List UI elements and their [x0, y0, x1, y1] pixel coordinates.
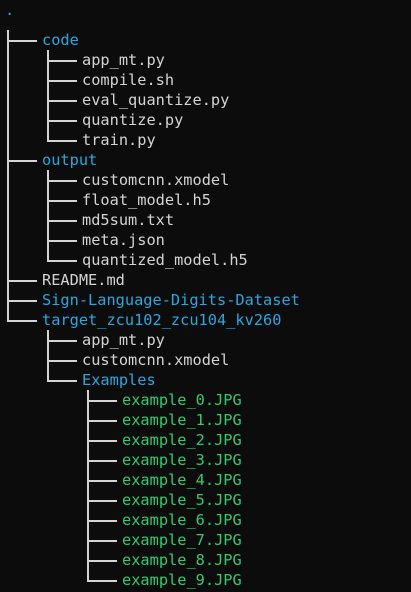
tree-branch-bar: [7, 230, 9, 250]
tree-tee-connector: [87, 530, 119, 550]
tree-tee-connector: [87, 390, 119, 410]
image-file-name: example_4.JPG: [122, 471, 242, 489]
tree-root-line: .: [0, 1, 411, 30]
tree-directory-row: output: [0, 150, 411, 170]
tree-file-row: example_5.JPG: [0, 490, 411, 510]
tree-file-row: example_8.JPG: [0, 550, 411, 570]
tree-elbow-connector: [47, 130, 79, 150]
tree-file-row: app_mt.py: [0, 330, 411, 350]
tree-tee-connector: [7, 290, 39, 310]
image-file-name: example_6.JPG: [122, 511, 242, 529]
tree-elbow-connector: [87, 570, 119, 590]
tree-branch-bar: [7, 190, 9, 210]
image-file-name: example_5.JPG: [122, 491, 242, 509]
tree-branch-bar: [7, 210, 9, 230]
image-file-name: example_1.JPG: [122, 411, 242, 429]
tree-branch-bar: [7, 170, 9, 190]
tree-branch-bar: [7, 130, 9, 150]
file-name: compile.sh: [82, 71, 175, 89]
tree-tee-connector: [7, 30, 39, 50]
tree-tee-connector: [87, 450, 119, 470]
tree-file-row: quantize.py: [0, 110, 411, 130]
image-file-name: example_9.JPG: [122, 571, 242, 589]
tree-tee-connector: [47, 170, 79, 190]
terminal-window: . code app_mt.py compile.sh eval_quantize.p…: [0, 0, 411, 592]
tree-tee-connector: [47, 50, 79, 70]
tree-file-row: example_6.JPG: [0, 510, 411, 530]
image-file-name: example_8.JPG: [122, 551, 242, 569]
file-name: eval_quantize.py: [82, 91, 230, 109]
directory-name: Examples: [82, 371, 156, 389]
tree-file-row: customcnn.xmodel: [0, 350, 411, 370]
file-name: md5sum.txt: [82, 211, 175, 229]
file-name: float_model.h5: [82, 191, 211, 209]
tree-branch-bar: [7, 70, 9, 90]
image-file-name: example_7.JPG: [122, 531, 242, 549]
tree-file-row: example_1.JPG: [0, 410, 411, 430]
tree-branch-bar: [7, 90, 9, 110]
tree-directory-row: target_zcu102_zcu104_kv260: [0, 310, 411, 330]
tree-tee-connector: [87, 410, 119, 430]
tree-file-row: train.py: [0, 130, 411, 150]
tree-file-row: example_9.JPG: [0, 570, 411, 590]
tree-file-row: eval_quantize.py: [0, 90, 411, 110]
tree-tee-connector: [87, 430, 119, 450]
file-name: README.md: [42, 271, 125, 289]
tree-tee-connector: [7, 150, 39, 170]
tree-tee-connector: [47, 230, 79, 250]
tree-file-row: example_3.JPG: [0, 450, 411, 470]
directory-tree: code app_mt.py compile.sh eval_quantize.py q…: [0, 30, 411, 590]
tree-file-row: example_2.JPG: [0, 430, 411, 450]
tree-tee-connector: [87, 490, 119, 510]
tree-tee-connector: [47, 190, 79, 210]
file-name: app_mt.py: [82, 331, 165, 349]
file-name: quantize.py: [82, 111, 184, 129]
file-name: quantized_model.h5: [82, 251, 248, 269]
tree-tee-connector: [47, 90, 79, 110]
image-file-name: example_2.JPG: [122, 431, 242, 449]
file-name: train.py: [82, 131, 156, 149]
image-file-name: example_3.JPG: [122, 451, 242, 469]
tree-file-row: example_4.JPG: [0, 470, 411, 490]
tree-file-row: example_7.JPG: [0, 530, 411, 550]
tree-file-row: README.md: [0, 270, 411, 290]
tree-tee-connector: [47, 70, 79, 90]
tree-elbow-connector: [47, 250, 79, 270]
tree-tee-connector: [87, 550, 119, 570]
file-name: app_mt.py: [82, 51, 165, 69]
tree-root: .: [5, 1, 15, 19]
directory-name: code: [42, 31, 79, 49]
tree-file-row: meta.json: [0, 230, 411, 250]
tree-elbow-connector: [47, 370, 79, 390]
tree-tee-connector: [47, 350, 79, 370]
tree-branch-bar: [7, 250, 9, 270]
tree-file-row: md5sum.txt: [0, 210, 411, 230]
tree-branch-bar: [7, 110, 9, 130]
tree-directory-row: Examples: [0, 370, 411, 390]
tree-tee-connector: [47, 330, 79, 350]
tree-file-row: quantized_model.h5: [0, 250, 411, 270]
tree-file-row: float_model.h5: [0, 190, 411, 210]
tree-tee-connector: [7, 270, 39, 290]
tree-directory-row: code: [0, 30, 411, 50]
file-name: customcnn.xmodel: [82, 351, 230, 369]
tree-directory-row: Sign-Language-Digits-Dataset: [0, 290, 411, 310]
directory-name: output: [42, 151, 98, 169]
tree-tee-connector: [87, 470, 119, 490]
image-file-name: example_0.JPG: [122, 391, 242, 409]
tree-tee-connector: [47, 110, 79, 130]
tree-branch-bar: [7, 50, 9, 70]
directory-name: target_zcu102_zcu104_kv260: [42, 311, 282, 329]
tree-file-row: customcnn.xmodel: [0, 170, 411, 190]
tree-file-row: app_mt.py: [0, 50, 411, 70]
tree-file-row: example_0.JPG: [0, 390, 411, 410]
tree-elbow-connector: [7, 310, 39, 330]
file-name: customcnn.xmodel: [82, 171, 230, 189]
directory-name: Sign-Language-Digits-Dataset: [42, 291, 300, 309]
tree-tee-connector: [47, 210, 79, 230]
file-name: meta.json: [82, 231, 165, 249]
tree-file-row: compile.sh: [0, 70, 411, 90]
tree-tee-connector: [87, 510, 119, 530]
